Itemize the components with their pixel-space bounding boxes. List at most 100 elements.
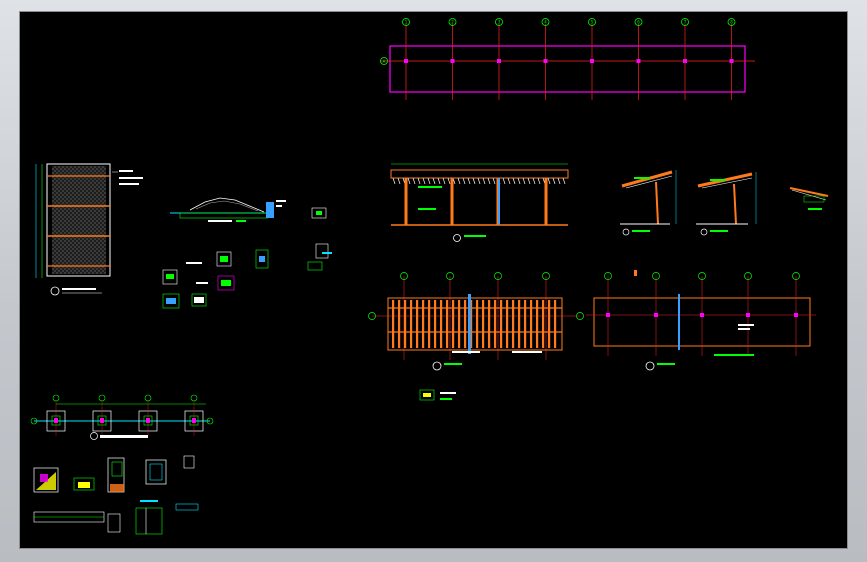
rafter-end (467, 177, 471, 185)
section-b (696, 172, 757, 236)
column-marker (683, 59, 687, 63)
rafter-end (502, 177, 506, 185)
rafter-end (457, 177, 461, 185)
footings (30, 394, 214, 436)
column-marker (543, 59, 548, 63)
pergola-section-details (620, 170, 829, 236)
foundation-plan (30, 394, 214, 440)
timber-slat (410, 300, 413, 348)
rafter-end (507, 177, 511, 185)
pergola-slat-plan (368, 272, 584, 371)
foundation-details (33, 455, 199, 535)
column-marker (654, 313, 658, 317)
hatch-line (108, 166, 216, 274)
rafter-end (397, 177, 401, 185)
pergola-rafter-ends (392, 177, 566, 185)
timber-slat (554, 300, 557, 348)
timber-slat (458, 300, 461, 348)
rafter-end (522, 177, 526, 185)
rafter-end (492, 177, 496, 185)
timber-slat (548, 300, 551, 348)
column-marker (746, 313, 750, 317)
timber-slat (488, 300, 491, 348)
timber-slat (404, 300, 407, 348)
grid-plan-outline (389, 45, 746, 93)
hatch-line (110, 166, 218, 274)
timber-slat (392, 300, 395, 348)
grid-axis-bubble-label: 8 (730, 20, 733, 25)
column-marker (794, 313, 798, 317)
column-marker (636, 59, 641, 63)
hatch-line (52, 166, 57, 171)
rafter-end (432, 177, 436, 185)
timber-slat (416, 300, 419, 348)
hatch-line (97, 166, 106, 175)
column-marker (729, 59, 734, 63)
grid-axis-group (404, 24, 734, 100)
grid-axis-bubble-label: 1 (405, 20, 408, 25)
rafter-end (547, 177, 551, 185)
section-a (620, 170, 677, 236)
hatch-line (20, 166, 50, 274)
column-axes (604, 272, 800, 356)
grid-axis-bubble-label: 2 (451, 20, 454, 25)
rafter-end (422, 177, 426, 185)
hatch-line (103, 271, 106, 274)
hatch-line (89, 166, 106, 183)
section-c (789, 187, 829, 210)
pergola-columns (404, 178, 548, 225)
column-marker (497, 59, 501, 63)
timber-slat (518, 300, 521, 348)
detail-bubble (50, 286, 60, 296)
rafter-end (472, 177, 476, 185)
timber-slats (388, 300, 562, 348)
timber-slat (464, 300, 467, 348)
grid-axis-bubbles: 1 2 3 4 5 6 7 8 (402, 18, 736, 26)
rafter-end (392, 177, 396, 185)
rafter-end (477, 177, 481, 185)
rafter-end (557, 177, 561, 185)
small-detail-cluster (162, 207, 332, 309)
cad-drawing-canvas[interactable]: 1 2 3 4 5 6 7 8 A (20, 12, 847, 548)
rafter-end (442, 177, 446, 185)
pergola-elevation (390, 163, 569, 242)
timber-slat (440, 300, 443, 348)
pergola-column (404, 178, 408, 225)
grid-row-bubble-label: A (383, 59, 386, 64)
timber-slat (512, 300, 515, 348)
rafter-end (462, 177, 466, 185)
column-marker (404, 59, 408, 63)
timber-slat (530, 300, 533, 348)
mini-detail (419, 389, 456, 401)
hatch-line (101, 166, 106, 171)
column-marker (606, 313, 610, 317)
cad-drawing-svg: 1 2 3 4 5 6 7 8 A (20, 18, 829, 535)
column-marker (450, 59, 455, 63)
rafter-end (552, 177, 556, 185)
grid-axis-bubble-label: 4 (544, 20, 547, 25)
timber-slat (482, 300, 485, 348)
rafter-end (532, 177, 536, 185)
rafter-end (512, 177, 516, 185)
timber-slat (434, 300, 437, 348)
pergola-column (450, 178, 454, 225)
timber-slat (446, 300, 449, 348)
paving-callouts (112, 170, 143, 185)
grid-axis-bubble-label: 5 (591, 20, 594, 25)
timber-slat (422, 300, 425, 348)
rafter-end (447, 177, 451, 185)
timber-slat (524, 300, 527, 348)
hatch-line (105, 166, 106, 167)
hatch-line (91, 259, 106, 274)
grid-axis-bubble-label: 7 (684, 20, 687, 25)
rafter-end (527, 177, 531, 185)
hatch-line (95, 263, 106, 274)
section-detail-roof (170, 197, 286, 222)
column-layout-plan (586, 270, 816, 371)
timber-slat (506, 300, 509, 348)
pergola-column (544, 178, 548, 225)
grid-axis-bubble-label: 6 (637, 20, 640, 25)
timber-slat (536, 300, 539, 348)
paving-hatch (20, 166, 218, 274)
rafter-end (417, 177, 421, 185)
